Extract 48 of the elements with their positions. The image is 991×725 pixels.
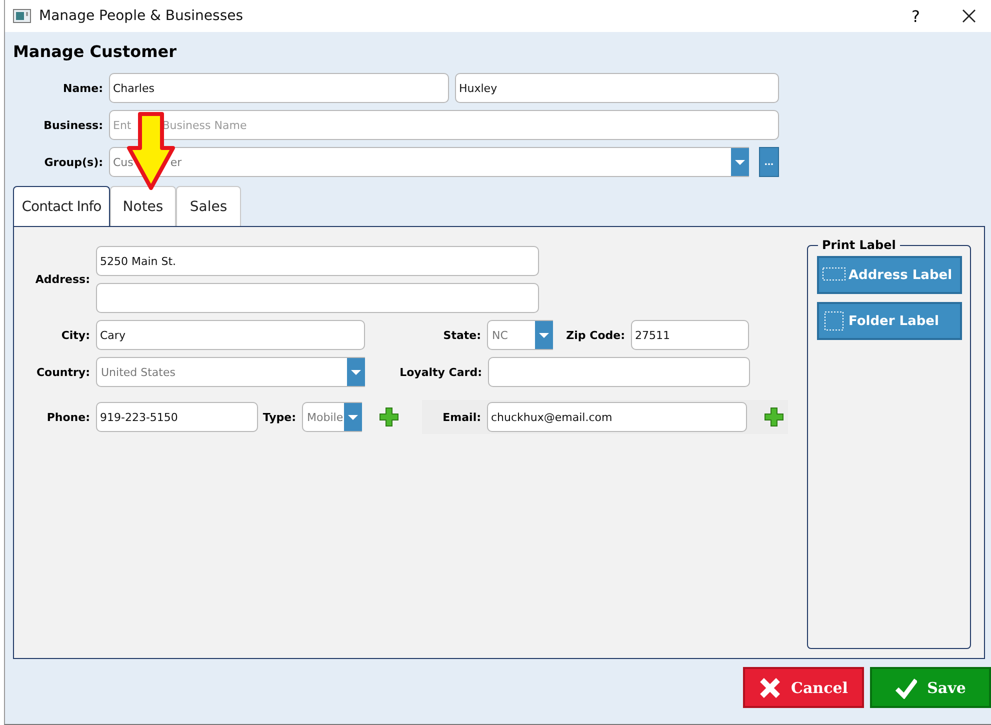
state-dropdown[interactable]: NC — [487, 320, 553, 350]
country-dropdown[interactable]: United States — [96, 357, 365, 387]
email-field[interactable]: chuckhux@email.com — [487, 402, 747, 432]
help-button[interactable]: ? — [912, 6, 920, 26]
check-icon — [895, 676, 918, 698]
tab[interactable]: Contact Info — [13, 186, 110, 226]
field-label: Zip Code: — [565, 328, 625, 342]
zip-code-field[interactable]: 27511 — [631, 320, 749, 350]
more-button[interactable]: ... — [759, 147, 779, 177]
field-label: Email: — [442, 410, 481, 424]
field-label: City: — [60, 328, 90, 342]
field-label: Name: — [62, 82, 103, 94]
close-icon[interactable] — [962, 9, 976, 23]
group-title: Print Label — [818, 238, 900, 252]
field-label: Business: — [42, 118, 103, 132]
last-name-field[interactable]: Huxley — [455, 73, 779, 103]
first-name-field[interactable]: Charles — [109, 73, 449, 103]
plus-icon[interactable] — [379, 407, 399, 427]
caret-icon[interactable] — [344, 403, 362, 431]
print-label-button[interactable]: Folder Label — [816, 302, 962, 340]
dialog-heading: Manage Customer — [13, 42, 178, 63]
field-label: Type: — [262, 410, 296, 424]
loyalty-card-field[interactable] — [488, 357, 750, 387]
caret-icon[interactable] — [347, 358, 365, 386]
caret-icon[interactable] — [731, 148, 749, 176]
tab[interactable]: Notes — [110, 186, 176, 226]
window-title: Manage People & Businesses — [39, 8, 244, 24]
phone-type-dropdown[interactable]: Mobile — [302, 402, 362, 432]
dotted-box-icon — [822, 311, 846, 331]
address-field[interactable] — [96, 283, 539, 313]
field-label: Address: — [34, 273, 90, 286]
x-icon — [759, 676, 782, 698]
field-label: State: — [442, 328, 481, 342]
field-label: Country: — [35, 366, 90, 378]
caret-icon[interactable] — [535, 321, 553, 349]
window-icon — [13, 9, 31, 23]
field-label: Phone: — [46, 410, 90, 424]
save-button[interactable]: Save — [870, 667, 991, 708]
groups-dropdown[interactable]: Cus er — [109, 147, 749, 177]
cancel-button[interactable]: Cancel — [743, 667, 864, 708]
print-label-button[interactable]: Address Label — [816, 256, 962, 294]
field-label: Loyalty Card: — [398, 366, 482, 378]
plus-icon[interactable] — [764, 407, 784, 427]
tab[interactable]: Sales — [176, 186, 241, 226]
city-field[interactable]: Cary — [96, 320, 365, 350]
address-field[interactable]: 5250 Main St. — [96, 246, 539, 276]
phone-field[interactable]: 919-223-5150 — [96, 402, 258, 432]
field-label: Group(s): — [43, 156, 103, 168]
